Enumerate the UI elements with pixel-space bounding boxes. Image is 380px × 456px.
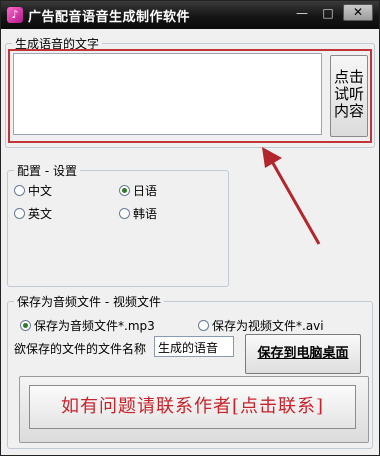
annotation-arrow-icon: [262, 147, 321, 245]
